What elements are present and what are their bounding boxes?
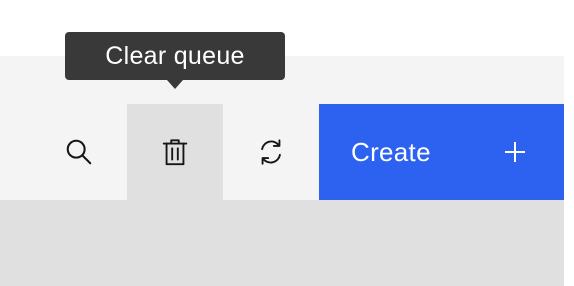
create-button-label: Create [351, 136, 431, 167]
tooltip-caret [167, 80, 183, 89]
clear-queue-tooltip: Clear queue [65, 32, 285, 80]
clear-queue-button[interactable] [127, 104, 223, 200]
trash-icon [160, 137, 190, 167]
refresh-icon [256, 137, 286, 167]
plus-icon [504, 141, 526, 163]
refresh-button[interactable] [223, 104, 319, 200]
search-button[interactable] [31, 104, 127, 200]
right-edge-strip [564, 0, 574, 286]
content-area [0, 200, 564, 286]
create-button[interactable]: Create [319, 104, 564, 200]
search-icon [64, 137, 94, 167]
tooltip-text: Clear queue [105, 41, 245, 70]
